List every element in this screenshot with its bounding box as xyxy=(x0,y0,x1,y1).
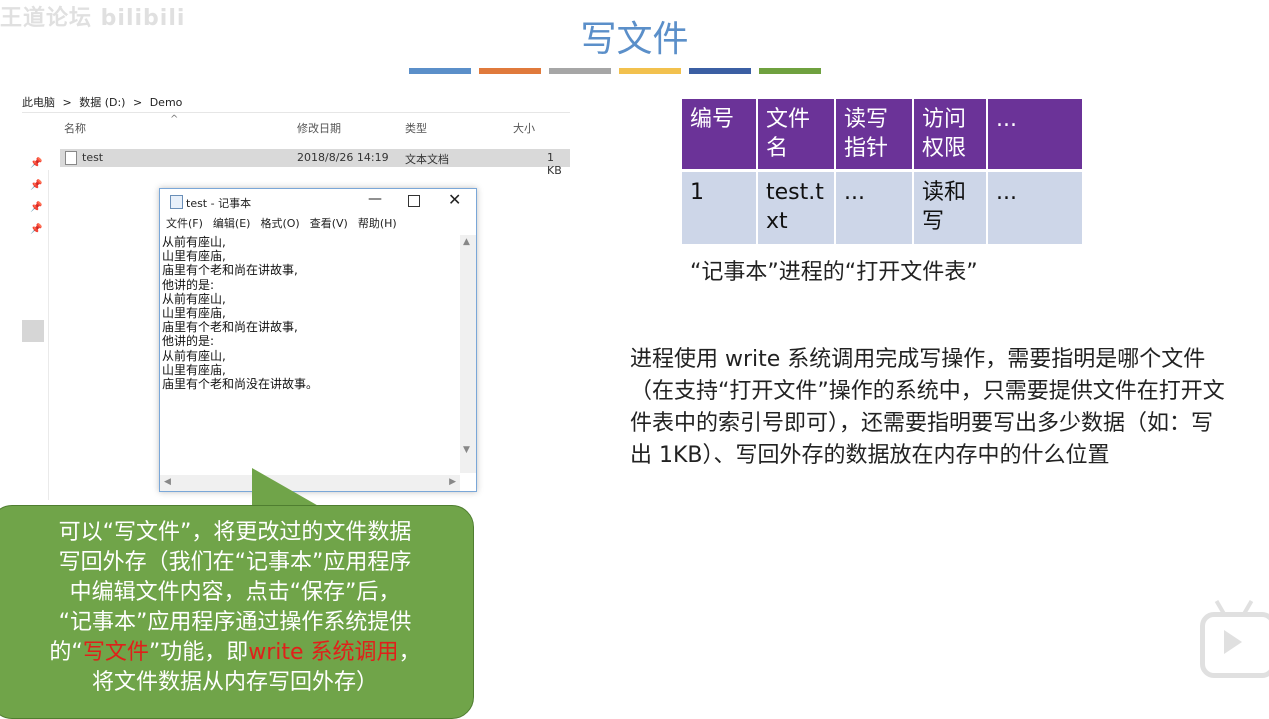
notepad-window: test - 记事本 — ✕ 文件(F) 编辑(E) 格式(O) 查看(V) 帮助(H)… xyxy=(159,188,477,492)
callout-line: “记事本”应用程序通过操作系统提供 xyxy=(58,610,412,635)
stripe xyxy=(549,68,611,74)
table-cell: ... xyxy=(836,169,912,244)
open-file-table: 编号 文件名 读写指针 访问权限 ... 1 test.txt ... 读和写 … xyxy=(680,99,1084,244)
minimize-icon[interactable]: — xyxy=(368,191,382,207)
breadcrumb-item-demo[interactable]: Demo xyxy=(150,96,183,109)
menu-help[interactable]: 帮助(H) xyxy=(358,217,397,230)
table-header-cell: 文件名 xyxy=(758,99,834,169)
callout-text-segment: ”功能，即 xyxy=(148,640,249,665)
scroll-up-icon[interactable]: ▲ xyxy=(463,237,470,247)
breadcrumb-item-this-pc[interactable]: 此电脑 xyxy=(22,94,55,110)
table-cell: ... xyxy=(988,169,1082,244)
file-modified: 2018/8/26 14:19 xyxy=(297,151,389,164)
table-header-row: 编号 文件名 读写指针 访问权限 ... xyxy=(682,99,1082,169)
table-row: 1 test.txt ... 读和写 ... xyxy=(682,169,1082,244)
callout-text-segment: ， xyxy=(398,640,421,665)
menu-format[interactable]: 格式(O) xyxy=(260,217,299,230)
column-header-modified[interactable]: 修改日期 xyxy=(297,120,341,136)
table-header-cell: ... xyxy=(988,99,1082,169)
callout-line: 可以“写文件”，将更改过的文件数据 xyxy=(58,520,412,545)
notepad-menu-bar: 文件(F) 编辑(E) 格式(O) 查看(V) 帮助(H) xyxy=(160,215,476,233)
text-file-icon xyxy=(65,151,77,165)
stripe xyxy=(409,68,471,74)
table-header-cell: 编号 xyxy=(682,99,756,169)
breadcrumb-separator: > xyxy=(132,96,143,109)
sort-chevron-up-icon: ^ xyxy=(170,114,179,125)
explanation-text: 进程使用 write 系统调用完成写操作，需要指明是哪个文件（在支持“打开文件”… xyxy=(630,347,1225,468)
play-icon xyxy=(1224,630,1242,654)
scroll-right-icon[interactable]: ▶ xyxy=(449,477,456,487)
pin-icon[interactable]: 📌 xyxy=(30,224,44,246)
file-size: 1 KB xyxy=(547,151,562,177)
file-list-item[interactable]: test 2018/8/26 14:19 文本文档 1 KB xyxy=(60,149,570,177)
pin-icon[interactable]: 📌 xyxy=(30,180,44,202)
column-header-name[interactable]: 名称 xyxy=(64,120,86,136)
callout-line: 中编辑文件内容，点击“保存”后， xyxy=(69,580,401,605)
notepad-text-area[interactable]: 从前有座山, 山里有座庙, 庙里有个老和尚在讲故事, 他讲的是: 从前有座山, … xyxy=(162,235,458,471)
breadcrumb: 此电脑 > 数据 (D:) > Demo xyxy=(22,94,570,113)
callout-line: 的“写文件”功能，即write 系统调用， xyxy=(0,638,470,668)
pin-icon[interactable]: 📌 xyxy=(30,158,44,180)
callout-text: 可以“写文件”，将更改过的文件数据 写回外存（我们在“记事本”应用程序 中编辑文… xyxy=(0,518,470,698)
column-header-type[interactable]: 类型 xyxy=(405,120,427,136)
breadcrumb-item-drive[interactable]: 数据 (D:) xyxy=(79,94,125,110)
slide-title: 写文件 xyxy=(580,19,689,60)
column-header-size[interactable]: 大小 xyxy=(513,120,535,136)
nav-pane-divider xyxy=(48,170,49,500)
table-cell: 读和写 xyxy=(914,169,986,244)
notepad-icon xyxy=(170,195,183,209)
callout-line: 写回外存（我们在“记事本”应用程序 xyxy=(58,550,412,575)
vertical-scrollbar[interactable]: ▲ ▼ xyxy=(460,235,476,473)
close-icon[interactable]: ✕ xyxy=(448,190,461,209)
stripe xyxy=(689,68,751,74)
title-underline-stripes xyxy=(409,68,821,74)
quick-access-pins: 📌 📌 📌 📌 xyxy=(30,158,44,246)
table-cell: 1 xyxy=(682,169,756,244)
nav-pane-scroll-thumb[interactable] xyxy=(22,320,44,342)
callout-highlight: 写文件 xyxy=(82,640,149,665)
stripe xyxy=(479,68,541,74)
maximize-icon[interactable] xyxy=(408,195,420,207)
notepad-title: test - 记事本 xyxy=(186,197,252,210)
stripe xyxy=(619,68,681,74)
menu-view[interactable]: 查看(V) xyxy=(310,217,348,230)
file-type: 文本文档 xyxy=(405,153,449,166)
stripe xyxy=(759,68,821,74)
scroll-left-icon[interactable]: ◀ xyxy=(164,477,171,487)
table-caption: “记事本”进程的“打开文件表” xyxy=(690,260,978,285)
callout-text-segment: 的“ xyxy=(49,640,83,665)
scroll-down-icon[interactable]: ▼ xyxy=(463,445,470,455)
table-cell: test.txt xyxy=(758,169,834,244)
pin-icon[interactable]: 📌 xyxy=(30,202,44,224)
breadcrumb-separator: > xyxy=(62,96,72,109)
callout-highlight: write 系统调用 xyxy=(248,640,399,665)
notepad-title-bar[interactable]: test - 记事本 — ✕ xyxy=(160,189,476,215)
table-header-cell: 访问权限 xyxy=(914,99,986,169)
menu-file[interactable]: 文件(F) xyxy=(166,217,203,230)
callout-pointer xyxy=(252,468,322,508)
table-header-cell: 读写指针 xyxy=(836,99,912,169)
file-name: test xyxy=(82,151,104,164)
menu-edit[interactable]: 编辑(E) xyxy=(213,217,251,230)
callout-line: 将文件数据从内存写回外存） xyxy=(91,670,378,695)
